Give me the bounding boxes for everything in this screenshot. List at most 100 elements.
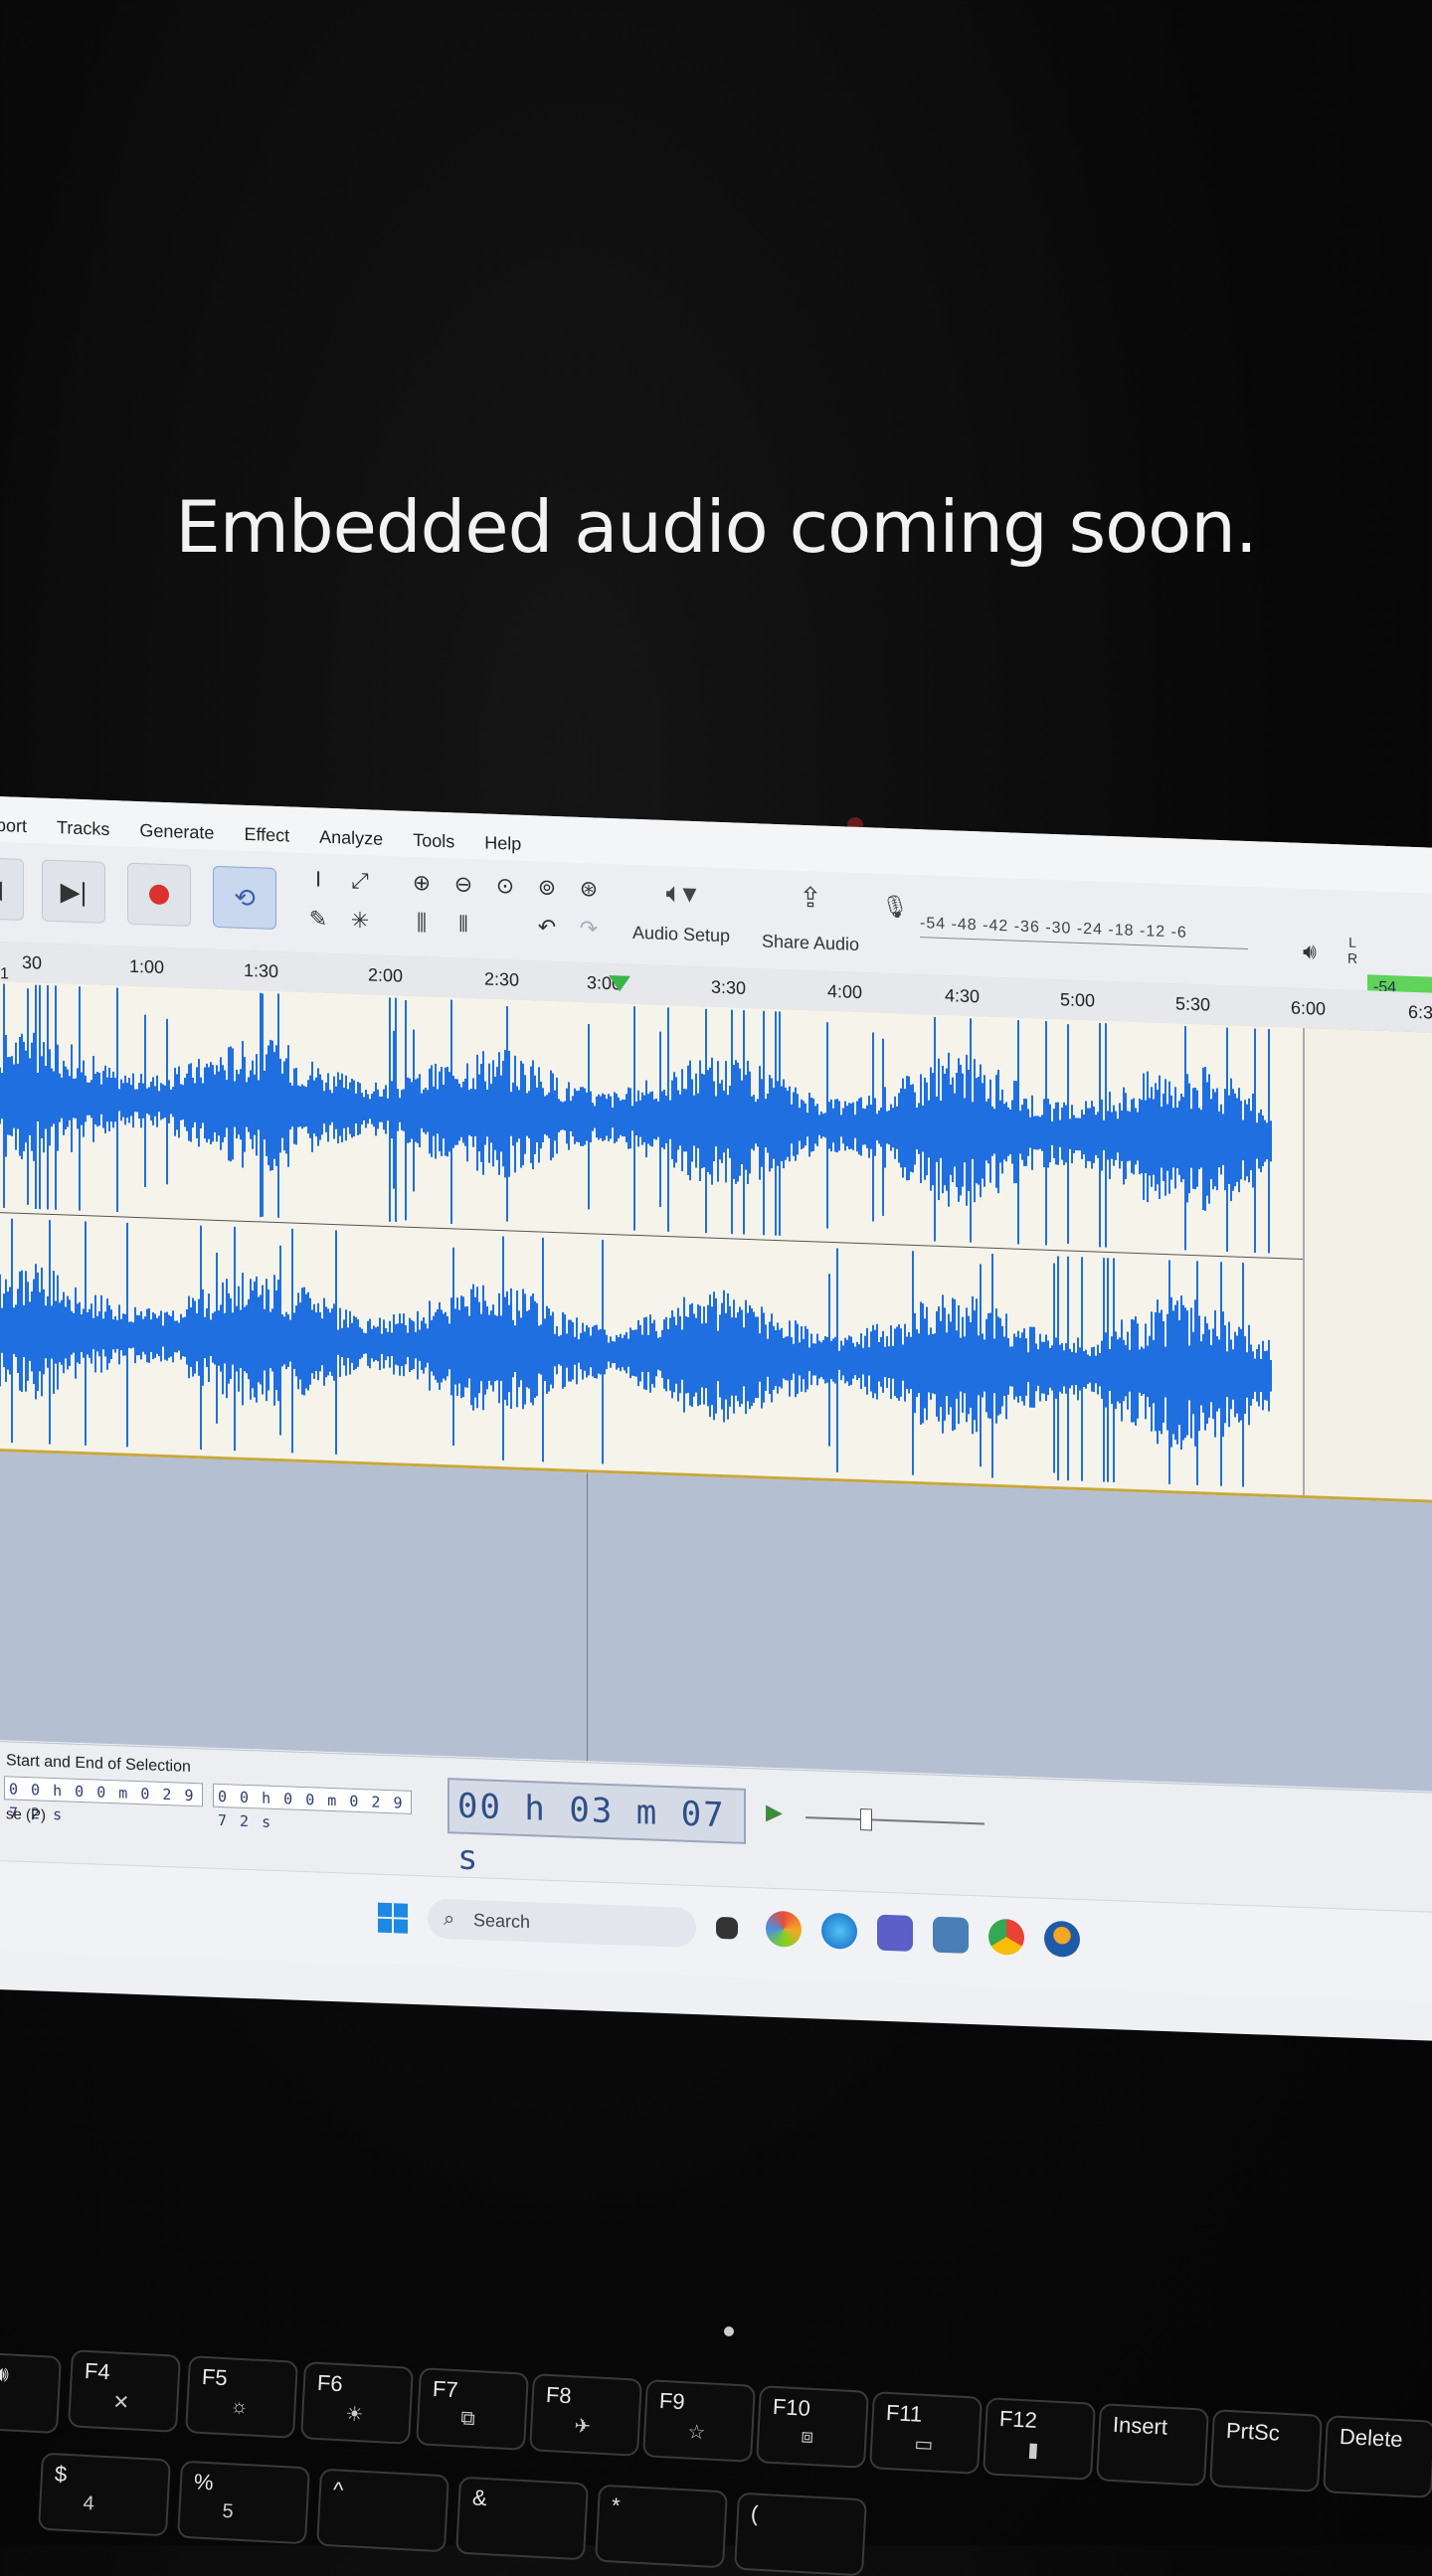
key-4[interactable]: $4 — [38, 2452, 171, 2537]
fit-project-icon[interactable]: ⊚ — [529, 869, 565, 906]
key-delete[interactable]: Delete — [1323, 2415, 1432, 2498]
zoom-out-icon[interactable]: ⊖ — [446, 866, 481, 903]
search-label: Search — [473, 1910, 531, 1933]
chrome-icon[interactable] — [988, 1918, 1024, 1956]
menu-effect[interactable]: Effect — [244, 824, 289, 853]
audio-setup-button[interactable]: Audio Setup — [607, 922, 756, 947]
undo-icon[interactable]: ↶ — [529, 909, 565, 945]
ruler-tick: 6:00 — [1291, 997, 1327, 1019]
skip-end-icon: ▶| — [60, 875, 88, 907]
share-icon[interactable]: ⇪ — [766, 880, 855, 916]
key-5[interactable]: % 5 — [177, 2460, 310, 2545]
playhead-marker[interactable] — [609, 974, 630, 992]
ruler-tick: 4:00 — [827, 980, 863, 1003]
ruler-tick: 30 — [22, 951, 43, 973]
audacity-taskbar-icon[interactable] — [1044, 1920, 1080, 1958]
key-insert[interactable]: Insert — [1096, 2403, 1209, 2487]
speaker-icon[interactable]: 🔈︎▾ — [636, 875, 726, 912]
playback-speaker-icon[interactable]: 🔊︎ — [1303, 939, 1317, 964]
skip-start-button[interactable]: ◀ — [0, 856, 24, 921]
microphone-icon[interactable]: 🎙︎ — [880, 894, 910, 921]
key-f9[interactable]: F9 ☆ — [642, 2379, 756, 2463]
menu-analyze[interactable]: Analyze — [319, 827, 383, 856]
selection-mode-label: se (P) — [6, 1805, 47, 1824]
ruler-tick: 3:30 — [711, 976, 747, 998]
edit-toolbar: ⊕ ⊖ ⊙ ⊚ ⊛ ⫼ ⫴ ↶ ↷ — [404, 865, 609, 947]
selection-end-field[interactable]: 0 0 h 0 0 m 0 2 9 7 2 s — [213, 1783, 412, 1831]
key-f12[interactable]: F12 ▮ — [983, 2397, 1096, 2481]
keyboard-indicator-light — [724, 2326, 734, 2336]
play-at-speed-icon[interactable]: ▶ — [766, 1800, 783, 1826]
key-f5[interactable]: F5 ☼ — [185, 2355, 298, 2439]
ruler-tick: 6:3 — [1408, 1001, 1432, 1023]
audio-track[interactable] — [0, 980, 1432, 1505]
redo-icon[interactable]: ↷ — [571, 911, 607, 947]
silence-icon[interactable]: ⫴ — [446, 906, 481, 943]
fit-selection-icon[interactable]: ⊙ — [487, 868, 523, 905]
play-speed-slider[interactable] — [806, 1816, 984, 1825]
menu-export[interactable]: port — [0, 815, 27, 843]
selection-tool-icon[interactable]: I — [300, 861, 336, 898]
waveform-left-channel — [0, 983, 1272, 1254]
tools-toolbar: I ⤢ ✎ ✳ — [300, 861, 380, 940]
loop-button[interactable]: ⟲ — [213, 865, 276, 931]
time-display[interactable]: 00 h 03 m 07 s — [448, 1778, 746, 1878]
share-audio-button[interactable]: Share Audio — [736, 931, 885, 956]
ruler-tick: 1:30 — [244, 959, 279, 982]
key-9[interactable]: ( — [734, 2491, 867, 2576]
key-f4[interactable]: F4 ✕ — [68, 2349, 181, 2433]
draw-tool-icon[interactable]: ✎ — [300, 901, 336, 938]
ruler-tick: 1:00 — [129, 955, 165, 977]
multi-tool-icon[interactable]: ✳ — [342, 902, 378, 939]
key-6[interactable]: ^ — [316, 2468, 449, 2553]
play-speed-slider-handle[interactable] — [860, 1808, 872, 1831]
record-icon — [149, 884, 169, 906]
meter-lr-label: L R — [1346, 934, 1358, 966]
audio-clip[interactable] — [0, 980, 1305, 1496]
key-f11[interactable]: F11 ▭ — [869, 2391, 983, 2475]
key-f7[interactable]: F7 ⧉ — [416, 2367, 529, 2451]
selection-start-field[interactable]: 0 0 h 0 0 m 0 2 9 7 2 s — [4, 1776, 203, 1823]
menu-tracks[interactable]: Tracks — [57, 817, 109, 846]
trim-icon[interactable]: ⫼ — [404, 905, 440, 942]
loop-icon: ⟲ — [234, 881, 256, 913]
waveform-path — [0, 983, 1272, 1254]
selection-label: Start and End of Selection — [6, 1752, 191, 1776]
menu-generate[interactable]: Generate — [139, 820, 214, 850]
record-button[interactable] — [127, 862, 191, 927]
ruler-tick: 5:00 — [1060, 989, 1096, 1011]
edge-icon[interactable] — [821, 1912, 857, 1950]
ruler-tick: 4:30 — [945, 985, 981, 1007]
teams-icon[interactable] — [877, 1914, 913, 1952]
ruler-tick: 2:30 — [484, 968, 520, 990]
story-caption: Embedded audio coming soon. — [175, 485, 1257, 569]
photos-icon[interactable] — [933, 1916, 969, 1954]
copilot-icon[interactable] — [766, 1910, 802, 1948]
ruler-tick: 5:30 — [1175, 993, 1211, 1015]
zoom-in-icon[interactable]: ⊕ — [404, 865, 440, 902]
taskbar-search[interactable]: ⌕ Search — [428, 1898, 696, 1949]
task-view-icon[interactable] — [716, 1916, 738, 1940]
key-f8[interactable]: F8 ✈ — [529, 2373, 642, 2457]
menu-tools[interactable]: Tools — [413, 830, 454, 859]
menu-help[interactable]: Help — [484, 833, 521, 861]
key-f10[interactable]: F10 ⧈ — [756, 2385, 869, 2469]
waveform-path — [0, 1218, 1272, 1487]
windows-start-icon[interactable] — [378, 1902, 408, 1934]
laptop-screen: port Tracks Generate Effect Analyze Tool… — [0, 795, 1432, 2068]
empty-track-area[interactable] — [0, 1451, 1432, 1794]
volume-up-icon: 🔊︎ — [0, 2360, 10, 2387]
key-prtsc[interactable]: PrtSc — [1209, 2409, 1323, 2492]
search-icon: ⌕ — [444, 1908, 455, 1931]
skip-end-button[interactable]: ▶| — [42, 859, 105, 924]
skip-start-icon: ◀ — [0, 872, 2, 904]
recording-meter[interactable]: -54 -48 -42 -36 -30 -24 -18 -12 -6 — [920, 915, 1248, 949]
waveform-right-channel — [0, 1218, 1272, 1487]
key-7[interactable]: & — [455, 2476, 589, 2561]
ruler-tick: 2:00 — [368, 964, 404, 986]
key-f6[interactable]: F6 ☀ — [300, 2361, 414, 2445]
envelope-tool-icon[interactable]: ⤢ — [342, 862, 378, 899]
zoom-toggle-icon[interactable]: ⊛ — [571, 871, 607, 908]
key-f3[interactable]: 🔊︎ — [0, 2351, 62, 2435]
key-8[interactable]: * — [595, 2484, 728, 2569]
